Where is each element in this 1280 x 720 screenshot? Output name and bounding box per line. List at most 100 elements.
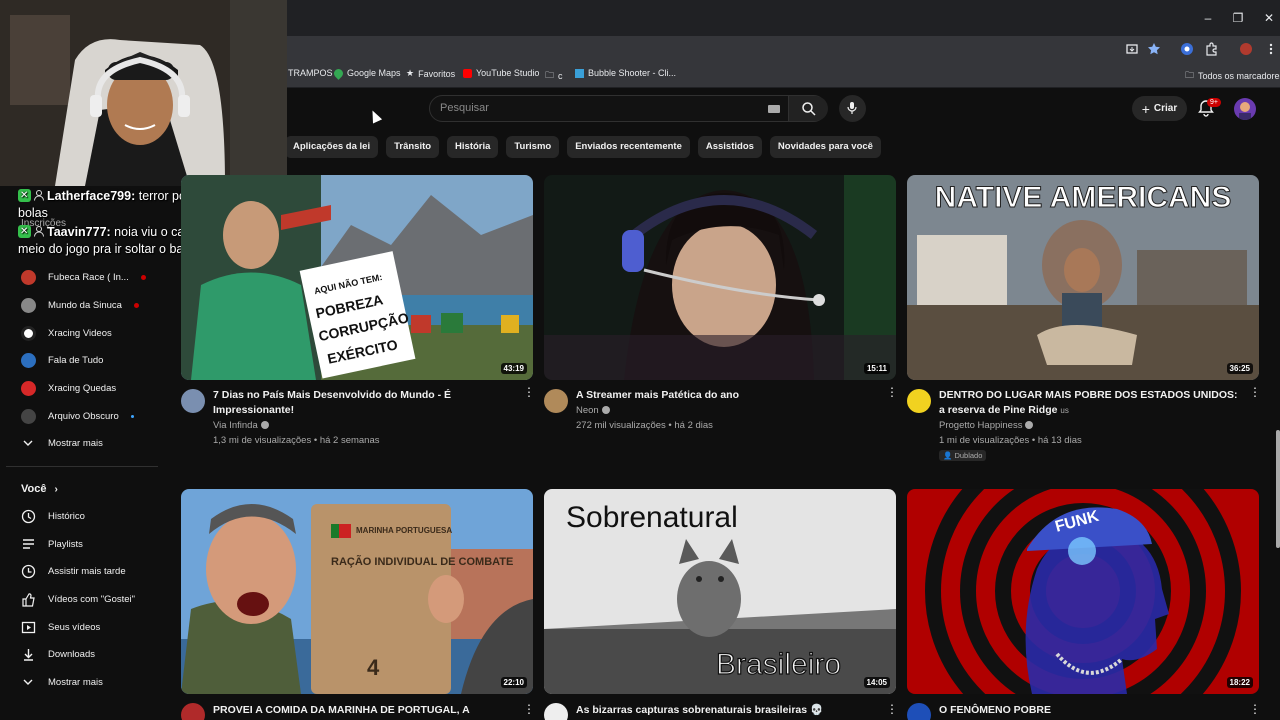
video-card[interactable]: MARINHA PORTUGUESA RAÇÃO INDIVIDUAL DE C… xyxy=(181,489,535,720)
more-options-icon[interactable]: ⋮ xyxy=(886,386,898,398)
bookmark-folder-c[interactable]: 🗀 c xyxy=(545,68,563,84)
channel-avatar[interactable] xyxy=(181,389,205,413)
profile-avatar-icon[interactable] xyxy=(1239,42,1253,56)
history-icon xyxy=(20,508,36,524)
channel-name[interactable]: Neon xyxy=(576,403,610,418)
video-thumbnail[interactable]: AQUI NÃO TEM: POBREZA CORRUPÇÃO EXÉRCITO… xyxy=(181,175,533,380)
google-maps-icon xyxy=(332,66,345,80)
sidebar-channel-fubeca-race[interactable]: Fubeca Race ( In... xyxy=(20,267,146,287)
channel-avatar xyxy=(20,269,36,285)
channel-avatar[interactable] xyxy=(544,389,568,413)
bookmark-bubble-shooter[interactable]: Bubble Shooter - Cli... xyxy=(575,68,676,78)
page-scrollbar[interactable] xyxy=(1276,430,1280,548)
browser-menu-icon[interactable] xyxy=(1264,42,1278,56)
channel-name[interactable]: Progetto Happiness xyxy=(939,418,1034,433)
more-options-icon[interactable]: ⋮ xyxy=(1249,703,1261,715)
dubbed-badge: 👤 Dublado xyxy=(939,450,987,461)
sidebar-channel-xracing-videos[interactable]: Xracing Videos xyxy=(20,323,112,343)
sidebar-item-downloads[interactable]: Downloads xyxy=(20,644,95,664)
video-title[interactable]: As bizarras capturas sobrenaturais brasi… xyxy=(576,703,876,718)
video-title[interactable]: 7 Dias no País Mais Desenvolvido do Mund… xyxy=(213,388,513,418)
voice-search-button[interactable] xyxy=(839,95,866,122)
chip-enviados-recentemente[interactable]: Enviados recentemente xyxy=(567,136,690,158)
bookmark-google-maps[interactable]: Google Maps xyxy=(332,66,401,80)
user-icon xyxy=(34,190,44,201)
sidebar-channel-xracing-quedas[interactable]: Xracing Quedas xyxy=(20,378,116,398)
bookmark-youtube-studio[interactable]: YouTube Studio xyxy=(463,68,539,78)
video-icon xyxy=(20,619,36,635)
extension-icon[interactable] xyxy=(1180,42,1194,56)
chevron-right-icon: › xyxy=(54,483,58,495)
sidebar-show-more-you[interactable]: Mostrar mais xyxy=(20,672,103,692)
bookmark-star-icon[interactable] xyxy=(1147,42,1161,56)
chip-turismo[interactable]: Turismo xyxy=(506,136,560,158)
video-thumbnail[interactable]: 15:11 xyxy=(544,175,896,380)
account-avatar[interactable] xyxy=(1234,98,1256,120)
video-thumbnail[interactable]: FUNK 18:22 xyxy=(907,489,1259,694)
video-title[interactable]: PROVEI A COMIDA DA MARINHA DE PORTUGAL, … xyxy=(213,703,513,720)
more-options-icon[interactable]: ⋮ xyxy=(523,703,535,715)
video-thumbnail[interactable]: NATIVE AMERICANS 36:25 xyxy=(907,175,1259,380)
create-button[interactable]: + Criar xyxy=(1132,96,1187,121)
video-card[interactable]: FUNK 18:22 O FENÔMENO POBRE ⋮ xyxy=(907,489,1261,720)
video-title[interactable]: O FENÔMENO POBRE xyxy=(939,703,1239,718)
chat-badge-icon xyxy=(18,223,31,240)
video-duration: 22:10 xyxy=(500,677,527,688)
sidebar-channel-arquivo-obscuro[interactable]: Arquivo Obscuro xyxy=(20,406,134,426)
sidebar-you-heading[interactable]: Você › xyxy=(21,483,58,495)
video-duration: 36:25 xyxy=(1226,363,1253,374)
more-options-icon[interactable]: ⋮ xyxy=(1249,386,1261,398)
video-card[interactable]: 15:11 A Streamer mais Patética do ano Ne… xyxy=(544,175,898,455)
chip-assistidos[interactable]: Assistidos xyxy=(697,136,762,158)
search-box[interactable]: Pesquisar xyxy=(429,95,828,122)
channel-avatar[interactable] xyxy=(907,703,931,720)
bookmark-trampos[interactable]: TRAMPOS xyxy=(288,68,333,78)
video-card[interactable]: Sobrenatural Brasileiro 14:05 As bizarra… xyxy=(544,489,898,720)
channel-name[interactable]: Via Infinda xyxy=(213,418,269,433)
keyboard-icon[interactable] xyxy=(768,105,780,113)
sidebar-item-seus-videos[interactable]: Seus vídeos xyxy=(20,617,100,637)
chip-historia[interactable]: História xyxy=(447,136,499,158)
more-options-icon[interactable]: ⋮ xyxy=(523,386,535,398)
search-input[interactable]: Pesquisar xyxy=(440,102,489,114)
extensions-puzzle-icon[interactable] xyxy=(1204,42,1218,56)
sidebar-channel-fala-de-tudo[interactable]: Fala de Tudo xyxy=(20,350,103,370)
chip-novidades-para-voce[interactable]: Novidades para você xyxy=(769,136,881,158)
chip-transito[interactable]: Trânsito xyxy=(386,136,440,158)
chevron-down-icon xyxy=(20,435,36,451)
person-icon: 👤 xyxy=(943,451,953,460)
notification-badge: 9+ xyxy=(1207,98,1221,107)
sidebar-item-historico[interactable]: Histórico xyxy=(20,506,85,526)
video-title[interactable]: A Streamer mais Patética do ano xyxy=(576,388,876,403)
playlist-icon xyxy=(20,536,36,552)
video-card[interactable]: NATIVE AMERICANS 36:25 DENTRO DO LUGAR M… xyxy=(907,175,1261,465)
sidebar-show-more[interactable]: Mostrar mais xyxy=(20,433,103,453)
channel-avatar[interactable] xyxy=(181,703,205,720)
video-thumbnail[interactable]: MARINHA PORTUGUESA RAÇÃO INDIVIDUAL DE C… xyxy=(181,489,533,694)
channel-avatar xyxy=(20,380,36,396)
chip-aplicacoes-da-lei[interactable]: Aplicações da lei xyxy=(285,136,379,158)
more-options-icon[interactable]: ⋮ xyxy=(886,703,898,715)
install-app-icon[interactable] xyxy=(1125,42,1139,56)
minimize-icon[interactable]: – xyxy=(1200,10,1216,26)
youtube-icon xyxy=(463,68,472,78)
bubble-shooter-icon xyxy=(575,68,584,78)
search-button[interactable] xyxy=(788,96,828,121)
address-bar[interactable] xyxy=(292,36,1112,60)
sidebar-item-playlists[interactable]: Playlists xyxy=(20,534,83,554)
sidebar-item-videos-gostei[interactable]: Vídeos com "Gostei" xyxy=(20,589,135,609)
restore-icon[interactable]: ❐ xyxy=(1230,10,1246,26)
channel-avatar[interactable] xyxy=(907,389,931,413)
clock-icon xyxy=(20,563,36,579)
video-thumbnail[interactable]: Sobrenatural Brasileiro 14:05 xyxy=(544,489,896,694)
all-bookmarks[interactable]: 🗀 Todos os marcadores xyxy=(1185,68,1280,84)
microphone-icon xyxy=(847,102,857,114)
sidebar-item-assistir-mais-tarde[interactable]: Assistir mais tarde xyxy=(20,561,126,581)
close-window-icon[interactable]: ✕ xyxy=(1261,10,1277,26)
video-card[interactable]: AQUI NÃO TEM: POBREZA CORRUPÇÃO EXÉRCITO… xyxy=(181,175,535,455)
bookmark-favoritos[interactable]: ★ Favoritos xyxy=(406,68,455,79)
verified-icon xyxy=(260,421,269,429)
sidebar-channel-mundo-da-sinuca[interactable]: Mundo da Sinuca xyxy=(20,295,139,315)
channel-avatar[interactable] xyxy=(544,703,568,720)
video-title[interactable]: DENTRO DO LUGAR MAIS POBRE DOS ESTADOS U… xyxy=(939,388,1239,418)
